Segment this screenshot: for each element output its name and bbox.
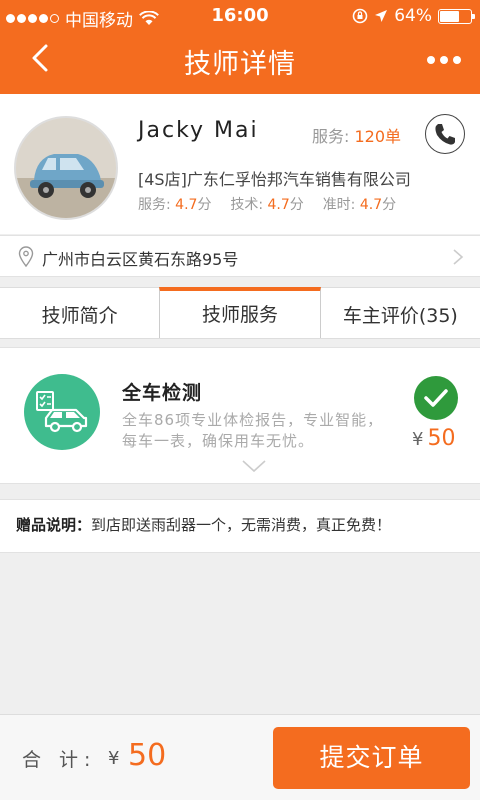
car-inspection-icon	[24, 374, 100, 450]
rating-service-label: 服务:	[138, 197, 171, 213]
check-icon	[424, 389, 448, 407]
total-currency: ¥	[108, 748, 120, 769]
battery-icon	[438, 8, 475, 24]
app-header: 中国移动 16:00 64% 技师详情	[0, 0, 480, 94]
ratings: 服务: 4.7分 技术: 4.7分 准时: 4.7分	[138, 194, 396, 214]
call-button[interactable]	[425, 114, 465, 154]
address-row[interactable]: 广州市白云区黄石东路95号	[0, 235, 480, 277]
tab-bar: 技师简介 技师服务 车主评价(35)	[0, 287, 480, 339]
location-arrow-icon	[375, 10, 388, 22]
company-line: [4S店]广东仁孚怡邦汽车销售有限公司	[138, 166, 411, 190]
tab-intro[interactable]: 技师简介	[0, 288, 159, 338]
rating-skill-label: 技术:	[230, 197, 264, 213]
status-bar: 中国移动 16:00 64%	[0, 0, 480, 32]
rating-service-score: 4.7	[175, 197, 198, 213]
rating-punctuality-score: 4.7	[359, 197, 383, 213]
rating-service: 服务: 4.7分	[138, 197, 216, 213]
gift-note: 赠品说明：到店即送雨刮器一个，无需消费，真正免费！	[0, 499, 480, 553]
store-tag: [4S店]	[138, 170, 187, 189]
service-card[interactable]: 全车检测 全车86项专业体检报告，专业智能，每车一表，确保用车无忧。 ¥50	[0, 347, 480, 484]
technician-profile: Jacky Mai 服务: 120单 [4S店]广东仁孚怡邦汽车销售有限公司 服…	[0, 94, 480, 234]
service-count: 服务: 120单	[312, 123, 401, 147]
status-right: 64%	[352, 6, 475, 26]
service-currency: ¥	[412, 429, 424, 450]
service-description: 全车86项专业体检报告，专业智能，每车一表，确保用车无忧。	[122, 411, 384, 450]
battery-percent: 64%	[394, 6, 432, 26]
rotation-lock-icon	[352, 8, 368, 24]
service-title: 全车检测	[122, 382, 203, 404]
service-price: ¥50	[412, 426, 455, 451]
rating-punctuality: 准时: 4.7分	[323, 197, 396, 213]
gift-text: 到店即送雨刮器一个，无需消费，真正免费！	[91, 516, 392, 534]
service-count-label: 服务:	[312, 127, 350, 146]
avatar	[14, 116, 118, 220]
phone-icon	[435, 124, 455, 145]
rating-skill-unit: 分	[289, 197, 304, 213]
submit-order-button[interactable]: 提交订单	[273, 727, 470, 789]
rating-punctuality-unit: 分	[382, 197, 397, 213]
rating-skill: 技术: 4.7分	[230, 197, 308, 213]
rating-skill-score: 4.7	[267, 197, 290, 213]
total-label: 合 计:	[22, 749, 97, 771]
chevron-down-icon[interactable]	[241, 459, 267, 473]
rating-punctuality-label: 准时:	[322, 197, 356, 213]
chevron-right-icon	[453, 249, 464, 265]
tab-services[interactable]: 技师服务	[159, 287, 321, 338]
location-pin-icon	[18, 246, 34, 268]
service-selected-checkbox[interactable]	[414, 376, 458, 420]
order-footer: 合 计: ¥ 50 提交订单	[0, 714, 480, 800]
total-amount: 50	[128, 738, 167, 773]
address-text: 广州市白云区黄石东路95号	[42, 250, 239, 269]
gift-label: 赠品说明：	[16, 516, 92, 534]
company-name: 广东仁孚怡邦汽车销售有限公司	[186, 170, 411, 189]
car-photo	[16, 118, 116, 218]
technician-name: Jacky Mai	[138, 118, 259, 143]
service-count-value: 120单	[354, 127, 402, 146]
page-title: 技师详情	[184, 49, 296, 80]
tab-reviews[interactable]: 车主评价(35)	[321, 288, 480, 338]
service-price-value: 50	[427, 426, 456, 451]
more-button[interactable]	[424, 48, 464, 72]
rating-service-unit: 分	[197, 197, 212, 213]
battery-level	[440, 10, 459, 22]
